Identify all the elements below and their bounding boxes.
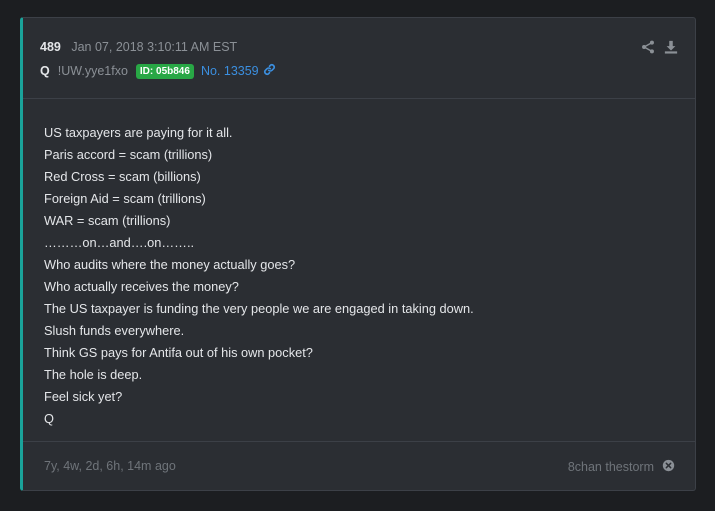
post-body-line: Red Cross = scam (billions): [44, 169, 201, 184]
post-body-line: The hole is deep.: [44, 367, 143, 382]
post-meta-row: 489 Jan 07, 2018 3:10:11 AM EST: [40, 40, 237, 54]
post-body-line: ………on…and….on……..: [44, 235, 195, 250]
post-body: US taxpayers are paying for it all. Paris…: [44, 122, 474, 430]
post-body-line: Feel sick yet?: [44, 389, 123, 404]
post-author-row: Q !UW.yye1fxo ID: 05b846 No. 13359: [40, 63, 276, 79]
id-badge: ID: 05b846: [135, 63, 194, 79]
post-number[interactable]: 489: [40, 40, 61, 54]
share-icon[interactable]: [641, 40, 655, 54]
post-body-line: WAR = scam (trillions): [44, 213, 171, 228]
post-body-line: Paris accord = scam (trillions): [44, 147, 213, 162]
post-number-link-label[interactable]: No. 13359: [201, 64, 259, 78]
post-body-line: Think GS pays for Antifa out of his own …: [44, 345, 313, 360]
post-card: 489 Jan 07, 2018 3:10:11 AM EST Q !UW.yy…: [20, 17, 696, 491]
post-header: 489 Jan 07, 2018 3:10:11 AM EST Q !UW.yy…: [23, 18, 695, 99]
source-label[interactable]: 8chan thestorm: [568, 460, 654, 474]
close-circle-icon[interactable]: [662, 459, 675, 475]
link-icon[interactable]: [263, 63, 276, 79]
post-body-line: Foreign Aid = scam (trillions): [44, 191, 206, 206]
post-actions: [641, 40, 678, 54]
source-label-group: 8chan thestorm: [568, 459, 675, 475]
download-icon[interactable]: [664, 40, 678, 54]
post-footer: 7y, 4w, 2d, 6h, 14m ago 8chan thestorm: [23, 441, 695, 490]
post-number-link[interactable]: No. 13359: [201, 63, 276, 79]
author-name: Q: [40, 64, 50, 78]
post-body-line: US taxpayers are paying for it all.: [44, 125, 233, 140]
post-body-line: Q: [44, 411, 54, 426]
time-ago: 7y, 4w, 2d, 6h, 14m ago: [44, 459, 176, 473]
post-timestamp: Jan 07, 2018 3:10:11 AM EST: [71, 40, 238, 54]
tripcode: !UW.yye1fxo: [57, 64, 128, 78]
post-body-line: Slush funds everywhere.: [44, 323, 185, 338]
post-body-line: Who actually receives the money?: [44, 279, 239, 294]
post-body-line: The US taxpayer is funding the very peop…: [44, 301, 474, 316]
post-body-line: Who audits where the money actually goes…: [44, 257, 296, 272]
